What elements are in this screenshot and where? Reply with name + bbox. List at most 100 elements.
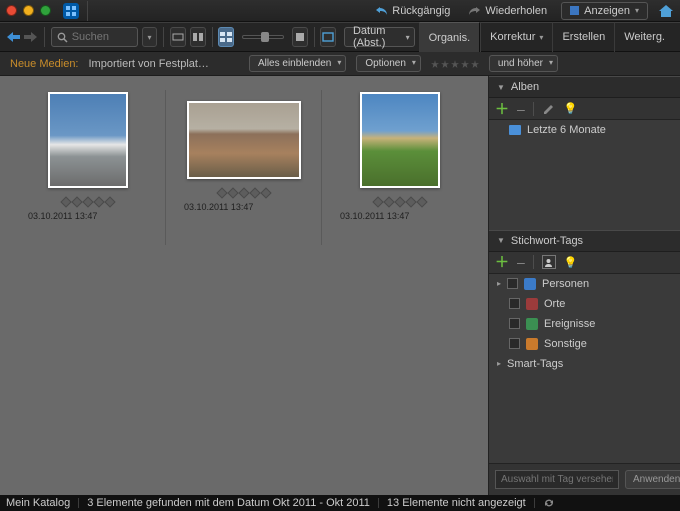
event-tag-icon [526,318,538,330]
remove-tag-button[interactable]: – [517,254,525,270]
home-icon[interactable] [658,3,674,19]
star-icon [461,60,469,68]
catalog-name[interactable]: Mein Katalog [6,497,70,509]
tag-label: Sonstige [544,338,587,350]
divider [87,1,88,21]
star-icon [431,60,439,68]
tag-checkbox[interactable] [509,298,520,309]
albums-panel-header[interactable]: ▼ Alben [489,76,680,98]
star-icon [451,60,459,68]
add-tag-button[interactable]: ＋ [495,252,509,272]
tag-category-smart[interactable]: ▸ Smart-Tags [489,354,680,374]
tab-fix[interactable]: Korrektur▾ [480,22,552,52]
tab-label: Erstellen [562,31,605,43]
display-swatch-icon [570,6,579,15]
tag-category-events[interactable]: Ereignisse [489,314,680,334]
window-minimize-button[interactable] [23,5,34,16]
tab-share[interactable]: Weiterg. [614,22,674,52]
app-icon [63,3,79,19]
show-all-dropdown[interactable]: Alles einblenden [249,55,346,72]
window-close-button[interactable] [6,5,17,16]
divider [78,498,79,508]
person-tag-icon [524,278,536,290]
tab-create[interactable]: Erstellen [552,22,614,52]
place-tag-icon [526,298,538,310]
slider-thumb[interactable] [261,32,269,42]
date-label: 03.10.2011 13:47 [28,211,97,221]
search-input[interactable] [72,31,132,43]
disclosure-triangle-icon: ▸ [497,279,501,288]
divider [212,27,213,47]
view-mode-2-button[interactable] [190,27,206,47]
undo-label: Rückgängig [392,5,450,17]
smart-album-icon [509,125,521,135]
album-label: Letzte 6 Monate [527,124,606,136]
display-dropdown[interactable]: Anzeigen ▾ [561,2,648,20]
disclosure-triangle-icon: ▼ [497,236,505,245]
remove-album-button[interactable]: – [517,101,525,117]
tab-label: Weiterg. [624,31,665,43]
rating-stars[interactable] [62,198,114,206]
undo-icon [375,5,388,16]
star-icon [471,60,479,68]
nav-back-button[interactable] [6,28,20,46]
search-options-button[interactable]: ▾ [142,27,158,47]
tag-label: Smart-Tags [507,358,563,370]
thumbnail-image[interactable] [187,101,301,179]
tips-icon[interactable]: 💡 [564,102,578,115]
view-single-button[interactable] [292,27,308,47]
add-album-button[interactable]: ＋ [495,99,509,119]
options-dropdown[interactable]: Optionen [356,55,421,72]
fullscreen-button[interactable] [320,27,336,47]
thumbnail-image[interactable] [48,92,128,188]
sort-dropdown[interactable]: Datum (Abst.) [344,27,415,47]
media-item[interactable]: 03.10.2011 13:47 [322,90,478,245]
media-item[interactable]: 03.10.2011 13:47 [166,90,322,245]
rating-stars[interactable] [218,189,270,197]
people-recognition-button[interactable] [542,255,556,269]
other-tag-icon [526,338,538,350]
album-item[interactable]: Letzte 6 Monate [489,120,680,140]
sync-icon[interactable] [543,498,555,508]
divider [163,27,164,47]
tag-checkbox[interactable] [509,338,520,349]
tag-checkbox[interactable] [509,318,520,329]
tag-category-other[interactable]: Sonstige [489,334,680,354]
thumbnail-image[interactable] [360,92,440,188]
chevron-down-icon: ▾ [635,6,639,15]
thumbnail-grid: 03.10.2011 13:47 03.10.2011 13:47 03.10.… [0,76,488,495]
divider [44,27,45,47]
apply-tag-button[interactable]: Anwenden [625,470,680,489]
import-source-text: Importiert von Festplat… [89,58,209,70]
view-grid-button[interactable] [218,27,234,47]
tag-label: Personen [542,278,589,290]
rating-mode-dropdown[interactable]: und höher [489,55,558,72]
thumbnail-size-slider[interactable] [242,35,284,39]
tab-organize[interactable]: Organis. [419,22,481,52]
tags-title: Stichwort-Tags [511,235,583,247]
divider [378,498,379,508]
nav-forward-button[interactable] [24,28,38,46]
rating-filter[interactable] [431,60,479,68]
tag-checkbox[interactable] [507,278,518,289]
search-icon [57,32,68,43]
redo-label: Wiederholen [485,5,547,17]
tips-icon[interactable]: 💡 [564,256,578,269]
edit-icon[interactable] [542,103,556,115]
found-count: 3 Elemente gefunden mit dem Datum Okt 20… [87,497,370,509]
date-label: 03.10.2011 13:47 [184,202,253,212]
tag-category-persons[interactable]: ▸ Personen [489,274,680,294]
tag-label: Ereignisse [544,318,595,330]
window-zoom-button[interactable] [40,5,51,16]
view-mode-1-button[interactable] [170,27,186,47]
sort-label: Datum (Abst.) [353,25,400,49]
tag-input[interactable] [495,470,619,489]
search-field[interactable] [51,27,138,47]
undo-button[interactable]: Rückgängig [371,3,454,19]
rating-stars[interactable] [374,198,426,206]
media-item[interactable]: 03.10.2011 13:47 [10,90,166,245]
redo-button[interactable]: Wiederholen [464,3,551,19]
tags-panel-header[interactable]: ▼ Stichwort-Tags [489,230,680,252]
date-label: 03.10.2011 13:47 [340,211,409,221]
tag-category-places[interactable]: Orte [489,294,680,314]
